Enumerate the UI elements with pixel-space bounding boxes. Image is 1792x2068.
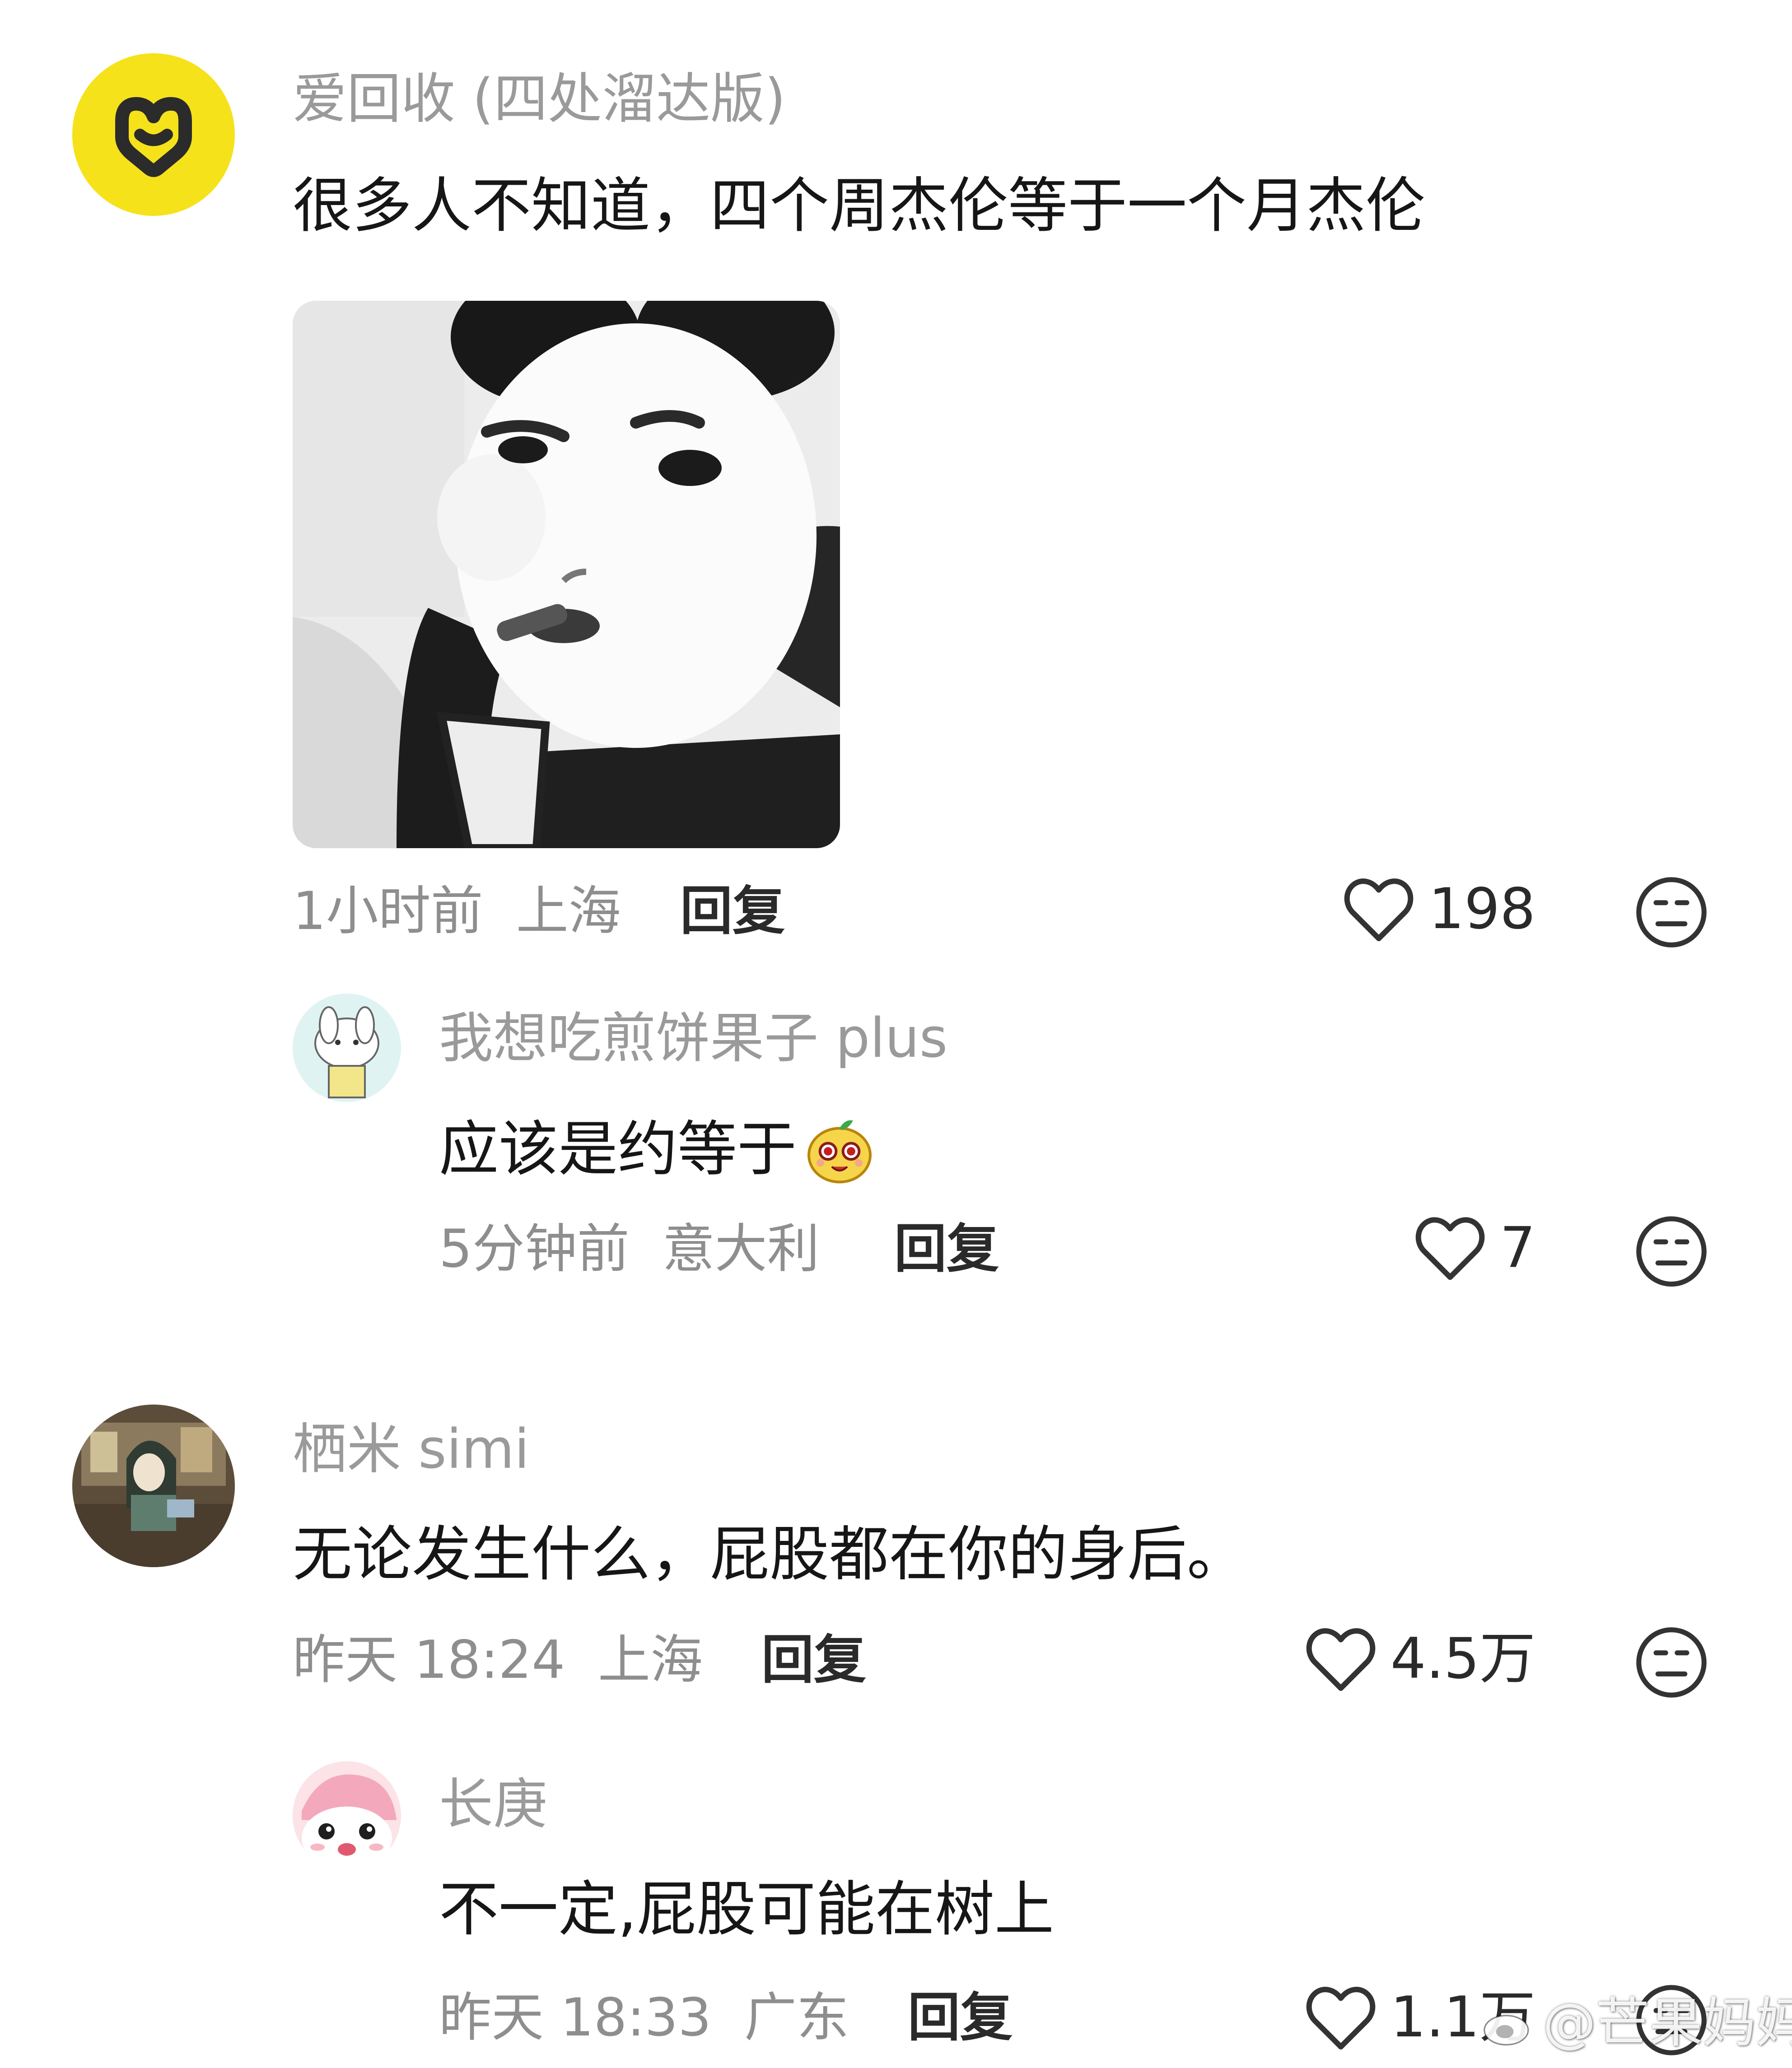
heart-icon <box>1344 878 1414 941</box>
avatar[interactable] <box>72 53 235 216</box>
like-count: 198 <box>1428 877 1535 942</box>
reply-button[interactable]: 回复 <box>761 1634 866 1686</box>
comment-time-location: 昨天 18:24 上海 <box>293 1634 703 1686</box>
comment-location: 上海 <box>516 881 621 942</box>
reply-location: 意大利 <box>662 1218 820 1279</box>
heart-icon <box>1415 1217 1485 1280</box>
avatar[interactable] <box>72 1405 235 1567</box>
like-button[interactable]: 7 <box>1414 1214 1535 1282</box>
watermark: @芒果妈妈 <box>1481 1996 1792 2049</box>
pink-cartoon-avatar-icon <box>293 1761 401 1870</box>
reply-button[interactable]: 回复 <box>680 885 785 938</box>
heart-icon <box>1306 1987 1376 2049</box>
comment-time: 1小时前 <box>293 881 483 942</box>
comment-time-location: 1小时前 上海 <box>293 885 621 938</box>
comment-username[interactable]: 爱回收 (四处溜达版) <box>293 72 786 126</box>
weibo-logo-icon <box>1484 2005 1535 2046</box>
comment-text: 无论发生什么，屁股都在你的身后。 <box>293 1520 1246 1589</box>
yellow-logo-avatar-icon <box>72 53 235 216</box>
fruit-face-emoji-icon <box>807 1120 872 1184</box>
reply-button[interactable]: 回复 <box>908 1992 1013 2044</box>
comment-location: 上海 <box>598 1629 703 1690</box>
reply-username[interactable]: 长庚 <box>439 1778 547 1832</box>
reply-time: 昨天 18:33 <box>439 1987 712 2048</box>
illustrated-scene-avatar-icon <box>72 1405 235 1567</box>
reply-time-location: 昨天 18:33 广东 <box>439 1992 849 2044</box>
reply-time-location: 5分钟前 意大利 <box>439 1223 820 1275</box>
reply-location: 广东 <box>744 1987 849 2048</box>
like-count: 4.5万 <box>1390 1626 1535 1691</box>
comment-sticker-image[interactable] <box>293 301 840 848</box>
dislike-face-icon[interactable] <box>1633 1624 1710 1701</box>
heart-icon <box>1306 1628 1376 1691</box>
reply-avatar[interactable] <box>293 1761 401 1870</box>
dislike-face-icon[interactable] <box>1633 1213 1710 1290</box>
reply-avatar[interactable] <box>293 994 401 1102</box>
comment-username[interactable]: 栖米 simi <box>293 1423 529 1477</box>
like-count: 7 <box>1500 1215 1535 1280</box>
panda-meme-image <box>293 301 840 848</box>
reply-text: 不一定,屁股可能在树上 <box>439 1875 1054 1944</box>
watermark-text: @芒果妈妈 <box>1543 1992 1792 2054</box>
reply-time: 5分钟前 <box>439 1218 630 1279</box>
comment-text: 很多人不知道，四个周杰伦等于一个月杰伦 <box>293 171 1425 241</box>
reply-button[interactable]: 回复 <box>894 1223 999 1275</box>
like-button[interactable]: 4.5万 <box>1305 1625 1535 1693</box>
like-button[interactable]: 198 <box>1343 875 1535 943</box>
reply-username[interactable]: 我想吃煎饼果子 plus <box>439 1012 947 1066</box>
reply-text-content: 应该是约等于 <box>439 1115 797 1184</box>
dislike-face-icon[interactable] <box>1633 874 1710 951</box>
bunny-cartoon-avatar-icon <box>293 994 401 1102</box>
reply-text: 应该是约等于 <box>439 1111 878 1188</box>
comment-time: 昨天 18:24 <box>293 1629 565 1690</box>
